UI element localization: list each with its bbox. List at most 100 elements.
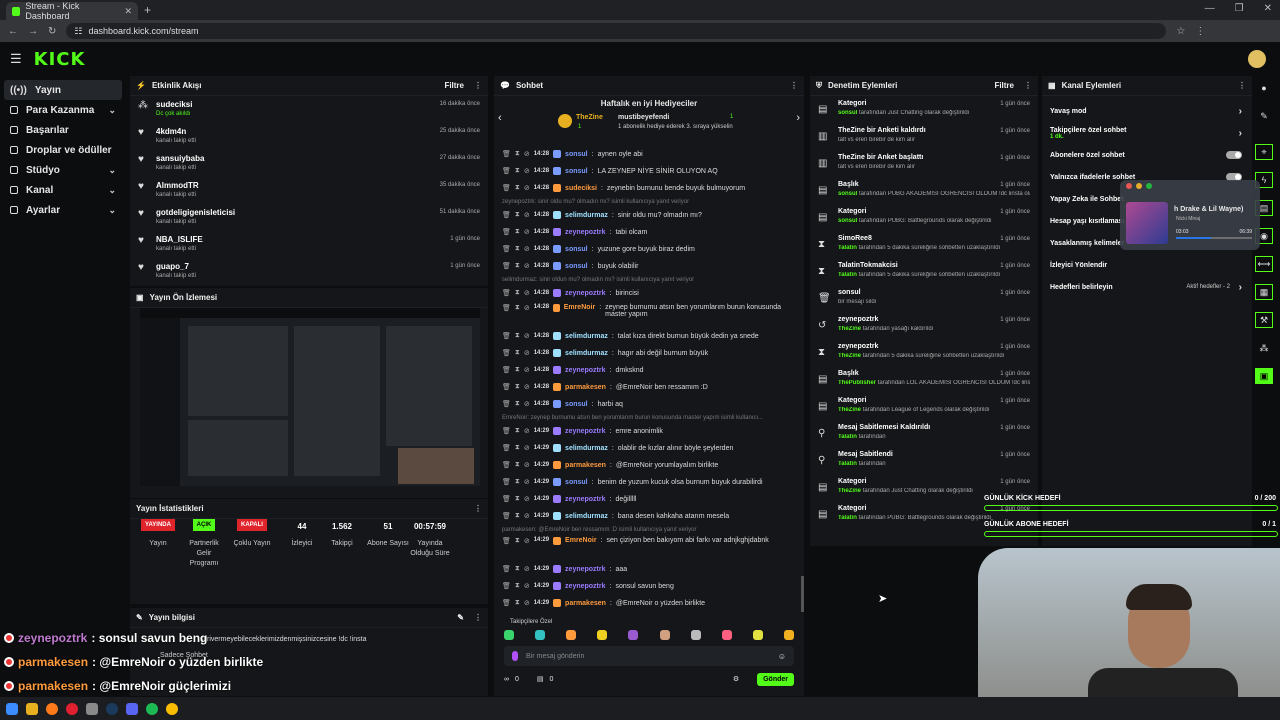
trash-icon[interactable]: 🗑 <box>502 150 511 158</box>
chat-username[interactable]: zeynepoztrk <box>565 290 605 297</box>
ban-icon[interactable]: ⊘ <box>524 599 530 607</box>
activity-item[interactable]: ♥ sansuiybaba kanalı takip etti 27 dakika ö… <box>130 150 488 177</box>
moderation-item[interactable]: ⚲ Mesaj Sabitlemesi Kaldırıldı Talatin tar… <box>810 422 1038 449</box>
moderation-item[interactable]: ▤ Kategori sonsul tarafından Just Chatting… <box>810 98 1038 125</box>
chat-username[interactable]: sonsul <box>565 168 588 175</box>
chrome-icon[interactable] <box>166 702 178 715</box>
moderation-item[interactable]: 🗑 sonsul bir mesajı sildi 1 gün önce <box>810 287 1038 314</box>
trash-icon[interactable]: 🗑 <box>502 366 511 374</box>
moderation-item[interactable]: ▤ Başlık sonsul tarafından PUBG AKADEMİSİ … <box>810 179 1038 206</box>
moderation-item[interactable]: ▤ Başlık ThePublisher tarafından LOL AKADE… <box>810 368 1038 395</box>
sidebar-item-yayin[interactable]: ((•)) Yayın <box>4 80 122 100</box>
grid-icon[interactable]: ▦ <box>1255 284 1273 300</box>
stream-preview-video[interactable] <box>140 308 480 486</box>
activity-item[interactable]: ♥ NBA_ISLIFE kanalı takip etti 1 gün önce <box>130 231 488 258</box>
browser-tab[interactable]: Stream - Kick Dashboard ✕ <box>6 1 138 21</box>
chat-username[interactable]: parmakesen <box>565 462 606 469</box>
ban-icon[interactable]: ⊘ <box>524 262 530 270</box>
emote-icon[interactable] <box>690 630 701 640</box>
trash-icon[interactable]: 🗑 <box>502 427 511 435</box>
chat-username[interactable]: sonsul <box>565 246 588 253</box>
more-options-icon[interactable]: ⋮ <box>790 81 798 90</box>
spotify-icon[interactable] <box>146 702 158 715</box>
window-dot-yellow-icon[interactable] <box>1136 183 1142 189</box>
chat-username[interactable]: sonsul <box>565 479 588 486</box>
share-icon[interactable]: ⁂ <box>1255 340 1273 356</box>
package-icon[interactable]: ▤ <box>537 675 544 683</box>
trash-icon[interactable]: 🗑 <box>502 228 511 236</box>
moderation-item[interactable]: ⚲ Mesaj Sabitlendi Talatin tarafından 1 gün… <box>810 449 1038 476</box>
chat-username[interactable]: sonsul <box>565 151 588 158</box>
channel-action-item[interactable]: Abonelere özel sohbet <box>1042 145 1252 165</box>
timeout-icon[interactable]: ⧗ <box>515 383 520 391</box>
ban-icon[interactable]: ⊘ <box>524 478 530 486</box>
trash-icon[interactable]: 🗑 <box>502 184 511 192</box>
chat-username[interactable]: parmakesen <box>565 600 606 607</box>
trash-icon[interactable]: 🗑 <box>502 582 511 590</box>
toggle-switch[interactable] <box>1226 151 1242 159</box>
timeout-icon[interactable]: ⧗ <box>515 400 520 408</box>
channel-action-item[interactable]: Takipçilere özel sohbet 1 dk. › <box>1042 123 1252 143</box>
emote-icon[interactable] <box>566 630 577 640</box>
chat-username[interactable]: selimdurmaz <box>565 350 608 357</box>
more-options-icon[interactable]: ⋮ <box>474 504 482 513</box>
trash-icon[interactable]: 🗑 <box>502 304 511 312</box>
more-options-icon[interactable]: ⋮ <box>474 613 482 622</box>
chat-message[interactable]: 🗑 ⧗ ⊘ 14:29 parmakesen: @EmreNoir o yüzden bi… <box>502 595 788 611</box>
timeout-icon[interactable]: ⧗ <box>515 444 520 452</box>
timeout-icon[interactable]: ⧗ <box>515 366 520 374</box>
circle-icon[interactable]: ● <box>1255 80 1273 96</box>
close-window-icon[interactable]: ✕ <box>1264 3 1272 14</box>
chat-scrollbar[interactable] <box>801 576 804 612</box>
timeout-icon[interactable]: ⧗ <box>515 349 520 357</box>
chat-message[interactable]: 🗑 ⧗ ⊘ 14:28 EmreNoir: zeynep burnumu atsın be… <box>502 302 788 326</box>
chat-username[interactable]: zeynepoztrk <box>565 367 605 374</box>
timeout-icon[interactable]: ⧗ <box>515 304 520 312</box>
emote-icon[interactable] <box>752 630 763 640</box>
wrench-icon[interactable]: ⚒ <box>1255 312 1273 328</box>
window-dot-green-icon[interactable] <box>1146 183 1152 189</box>
ban-icon[interactable]: ⊘ <box>524 400 530 408</box>
sidebar-item-ayarlar[interactable]: Ayarlar ⌄ <box>0 200 126 220</box>
timeout-icon[interactable]: ⧗ <box>515 332 520 340</box>
start-menu-icon[interactable] <box>6 702 18 715</box>
moderation-item[interactable]: ▤ Kategori sonsul tarafından PUBG: Battleg… <box>810 206 1038 233</box>
activity-item[interactable]: ♥ gotdeligigenisleticisi kanalı takip etti… <box>130 204 488 231</box>
chat-message[interactable]: 🗑 ⧗ ⊘ 14:28 sonsul: yuzune gore buyuk biraz d… <box>502 241 788 257</box>
prev-icon[interactable]: ‹ <box>498 112 502 124</box>
activity-item[interactable]: ♥ AlmmodTR kanalı takip etti 35 dakika önce <box>130 177 488 204</box>
activity-item[interactable]: ♥ guapo_7 kanalı takip etti 1 gün önce <box>130 258 488 285</box>
kick-logo[interactable]: KICK <box>34 49 86 70</box>
timeout-icon[interactable]: ⧗ <box>515 512 520 520</box>
chat-message[interactable]: 🗑 ⧗ ⊘ 14:29 zeynepoztrk: emre anonimlik <box>502 423 788 439</box>
moderation-item[interactable]: ▥ TheZine bir Anket başlattı talt vs eren … <box>810 152 1038 179</box>
trash-icon[interactable]: 🗑 <box>502 349 511 357</box>
trash-icon[interactable]: 🗑 <box>502 478 511 486</box>
browser-menu-icon[interactable]: ⋮ <box>1195 26 1205 37</box>
chat-username[interactable]: sonsul <box>565 263 588 270</box>
timeout-icon[interactable]: ⧗ <box>515 228 520 236</box>
next-icon[interactable]: › <box>796 112 800 124</box>
activity-filter-button[interactable]: Filtre <box>444 81 464 90</box>
viewer-link-icon[interactable]: ∞ <box>504 676 509 683</box>
link-icon[interactable]: ⟷ <box>1255 256 1273 272</box>
chat-username[interactable]: selimdurmaz <box>565 445 608 452</box>
chat-username[interactable]: zeynepoztrk <box>565 428 605 435</box>
trash-icon[interactable]: 🗑 <box>502 512 511 520</box>
timeout-icon[interactable]: ⧗ <box>515 537 520 545</box>
moderation-item[interactable]: ⧗ TalatinTokmakcisi Talatin tarafından 5 d… <box>810 260 1038 287</box>
ban-icon[interactable]: ⊘ <box>524 495 530 503</box>
ban-icon[interactable]: ⊘ <box>524 304 530 312</box>
emote-icon[interactable] <box>597 630 608 640</box>
emote-icon[interactable] <box>721 630 732 640</box>
chat-username[interactable]: zeynepoztrk <box>565 583 605 590</box>
trash-icon[interactable]: 🗑 <box>502 444 511 452</box>
chat-message[interactable]: 🗑 ⧗ ⊘ 14:28 parmakesen: @EmreNoir ben ressamı… <box>502 379 788 395</box>
timeout-icon[interactable]: ⧗ <box>515 495 520 503</box>
more-options-icon[interactable]: ⋮ <box>1024 81 1032 90</box>
trash-icon[interactable]: 🗑 <box>502 400 511 408</box>
ban-icon[interactable]: ⊘ <box>524 444 530 452</box>
trash-icon[interactable]: 🗑 <box>502 565 511 573</box>
trash-icon[interactable]: 🗑 <box>502 461 511 469</box>
steam-icon[interactable] <box>106 702 118 715</box>
